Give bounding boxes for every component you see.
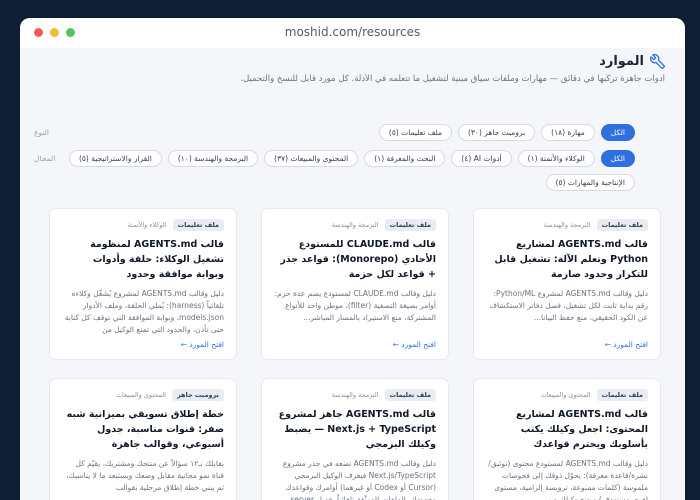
open-resource-link[interactable]: افتح المورد ← [605,340,648,349]
card-type-badge: ملف تعليمات [384,219,436,231]
card-type-badge: ملف تعليمات [172,219,224,231]
arrow-left-icon: ← [180,340,187,349]
type-filter-skill[interactable]: مهارة (١٨) [541,124,595,141]
open-resource-link[interactable]: افتح المورد ← [181,340,224,349]
domain-filter-ai-tools[interactable]: أدوات AI (٤) [451,150,512,167]
card-title: قالب CLAUDE.md للمستودع الأحادي (Monorep… [280,239,436,280]
resource-card[interactable]: ملف تعليمات البرمجة والهندسة قالب CLAUDE… [261,208,449,360]
card-title: قالب AGENTS.md لمنظومة تشغيل الوكلاء: حل… [90,239,224,280]
arrow-left-icon: ← [392,340,399,349]
domain-filter-label: المجال [34,154,56,163]
resource-card[interactable]: برومبت جاهز المحتوى والمبيعات خطة إطلاق … [49,378,237,500]
title-bar: moshid.com/resources [20,18,685,48]
address-bar[interactable]: moshid.com/resources [20,25,685,39]
domain-filter-strategy[interactable]: القرار والاستراتيجية (٥) [68,150,162,167]
card-description: دليل وقالب AGENTS.md لمستودع محتوى (توثي… [488,459,648,500]
arrow-left-icon: ← [604,340,611,349]
card-description: دليل وقالب AGENTS.md لمشروع Python/ML: ر… [489,289,648,322]
card-description: يقابلك بـ١٢ سؤالاً عن منتجك ومشتريك، يقي… [66,459,224,492]
domain-filter-research[interactable]: البحث والمعرفة (١) [364,150,446,167]
domain-filter-all[interactable]: الكل [600,150,635,167]
open-resource-link[interactable]: افتح المورد ← [393,340,436,349]
card-description: دليل وقالب AGENTS.md تضعه في جذر مشروع N… [282,459,436,500]
card-category: البرمجة والهندسة [543,221,591,229]
type-filter-group: الكل مهارة (١٨) برومبت جاهز (٣٠) ملف تعل… [378,124,635,141]
card-type-badge: ملف تعليمات [384,389,436,401]
page-title: الموارد [599,54,644,69]
type-filter-all[interactable]: الكل [600,124,635,141]
resource-card[interactable]: ملف تعليمات الوكلاء والأتمتة قالب AGENTS… [49,208,237,360]
card-title: قالب AGENTS.md لمشاريع Python وتعلم الآل… [494,239,648,280]
card-title: خطة إطلاق تسويقي بميزانية شبه صفر: قنوات… [66,409,224,450]
type-filter-instructions[interactable]: ملف تعليمات (٥) [378,124,452,141]
card-category: المحتوى والمبيعات [540,391,591,399]
resource-card[interactable]: ملف تعليمات المحتوى والمبيعات قالب AGENT… [473,378,661,500]
type-filter-label: النوع [34,128,49,137]
resource-card[interactable]: ملف تعليمات البرمجة والهندسة قالب AGENTS… [473,208,661,360]
domain-filter-productivity[interactable]: الإنتاجية والمهارات (٥) [545,174,635,191]
page-header: الموارد [599,54,665,69]
domain-filter-group-row2: الإنتاجية والمهارات (٥) [545,174,635,191]
card-type-badge: ملف تعليمات [596,389,648,401]
browser-window: moshid.com/resources الموارد أدوات جاهزة… [20,18,685,500]
card-description: دليل وقالب CLAUDE.md لمستودع يضم عدة حزم… [274,289,436,322]
domain-filter-group: الكل الوكلاء والأتمتة (١) أدوات AI (٤) ا… [68,150,635,167]
card-category: البرمجة والهندسة [331,391,379,399]
card-type-badge: ملف تعليمات [596,219,648,231]
domain-filter-engineering[interactable]: البرمجة والهندسة (١٠) [167,150,259,167]
card-type-badge: برومبت جاهز [171,389,224,401]
card-title: قالب AGENTS.md جاهز لمشروع Next.js + Typ… [278,409,436,450]
card-description: دليل وقالب AGENTS.md لمشروع يُشغّل وكلاء… [64,289,224,334]
resource-card[interactable]: ملف تعليمات البرمجة والهندسة قالب AGENTS… [261,378,449,500]
card-category: البرمجة والهندسة [331,221,379,229]
card-category: الوكلاء والأتمتة [127,221,167,229]
card-category: المحتوى والمبيعات [115,391,166,399]
wrench-icon [650,54,665,69]
card-title: قالب AGENTS.md لمشاريع المحتوى: اجعل وكي… [516,409,648,450]
type-filter-prompt[interactable]: برومبت جاهز (٣٠) [457,124,536,141]
page-subtitle: أدوات جاهزة تركّبها في دقائق — مهارات وم… [240,74,665,84]
domain-filter-content[interactable]: المحتوى والمبيعات (٣٧) [264,150,359,167]
domain-filter-agents[interactable]: الوكلاء والأتمتة (١) [517,150,595,167]
page-content: الموارد أدوات جاهزة تركّبها في دقائق — م… [20,48,685,500]
